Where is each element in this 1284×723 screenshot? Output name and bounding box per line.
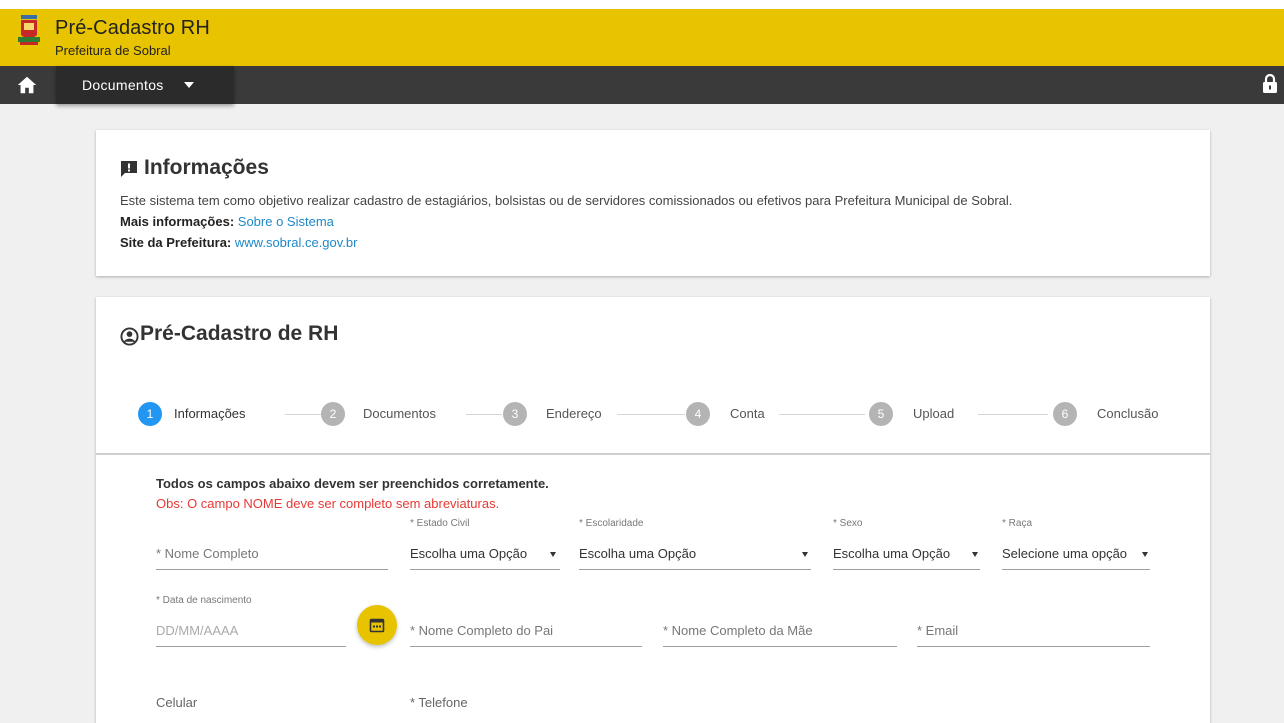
email-input[interactable]: * Email <box>917 615 1150 647</box>
estado-civil-label: * Estado Civil <box>410 518 470 529</box>
raca-select[interactable]: Selecione uma opção <box>1002 538 1150 570</box>
step-number: 2 <box>321 402 345 426</box>
raca-value: Selecione uma opção <box>1002 546 1128 561</box>
step-label: Endereço <box>546 406 602 421</box>
sexo-label: * Sexo <box>833 518 863 529</box>
app-title: Pré-Cadastro RH <box>55 17 210 39</box>
info-card: Informações Este sistema tem como objeti… <box>96 130 1210 276</box>
app-header: Pré-Cadastro RH Prefeitura de Sobral <box>0 0 1284 66</box>
form-card: Pré-Cadastro de RH 1 Informações 2 Docum… <box>96 297 1210 723</box>
step-connector <box>617 414 685 415</box>
documentos-menu-label: Documentos <box>82 77 164 93</box>
estado-civil-value: Escolha uma Opção <box>410 546 528 561</box>
step-number: 1 <box>138 402 162 426</box>
email-placeholder: * Email <box>917 623 959 638</box>
nome-completo-placeholder: * Nome Completo <box>156 546 259 561</box>
lock-icon[interactable] <box>1262 74 1278 94</box>
stepper-divider <box>96 453 1210 455</box>
data-nascimento-input[interactable]: DD/MM/AAAA <box>156 615 346 647</box>
info-description: Este sistema tem como objetivo realizar … <box>120 193 1013 208</box>
sexo-value: Escolha uma Opção <box>833 546 951 561</box>
dropdown-arrow-icon <box>550 552 556 557</box>
calendar-button[interactable] <box>357 605 397 645</box>
step-label: Conclusão <box>1097 406 1159 421</box>
calendar-icon <box>369 618 385 633</box>
more-info-label: Mais informações: <box>120 214 235 229</box>
dropdown-arrow-icon <box>802 552 808 557</box>
estado-civil-select[interactable]: Escolha uma Opção <box>410 538 560 570</box>
step-number: 6 <box>1053 402 1077 426</box>
step-label: Conta <box>730 406 765 421</box>
step-connector <box>285 414 325 415</box>
account-circle-icon <box>120 327 139 346</box>
city-site-link[interactable]: www.sobral.ce.gov.br <box>235 235 358 250</box>
step-label: Informações <box>174 406 246 421</box>
site-label: Site da Prefeitura: <box>120 235 232 250</box>
navbar: Documentos <box>0 66 1284 104</box>
escolaridade-value: Escolha uma Opção <box>579 546 697 561</box>
caret-down-icon <box>184 82 194 88</box>
info-title: Informações <box>144 156 269 179</box>
nome-pai-input[interactable]: * Nome Completo do Pai <box>410 615 642 647</box>
feedback-alert-icon <box>121 161 137 177</box>
step-label: Upload <box>913 406 955 421</box>
nome-mae-placeholder: * Nome Completo da Mãe <box>663 623 813 638</box>
nome-completo-input[interactable]: * Nome Completo <box>156 538 388 570</box>
more-info-line: Mais informações: Sobre o Sistema <box>120 214 334 229</box>
dropdown-arrow-icon <box>1142 552 1148 557</box>
app-subtitle: Prefeitura de Sobral <box>55 43 171 58</box>
data-nascimento-placeholder: DD/MM/AAAA <box>156 623 239 638</box>
raca-label: * Raça <box>1002 518 1033 529</box>
step-connector <box>978 414 1048 415</box>
data-nascimento-label: * Data de nascimento <box>156 595 252 606</box>
escolaridade-label: * Escolaridade <box>579 518 644 529</box>
step-connector <box>779 414 865 415</box>
step-number: 4 <box>686 402 710 426</box>
nome-mae-input[interactable]: * Nome Completo da Mãe <box>663 615 897 647</box>
dropdown-arrow-icon <box>972 552 978 557</box>
city-crest-logo <box>18 15 40 45</box>
step-number: 3 <box>503 402 527 426</box>
step-label: Documentos <box>363 406 436 421</box>
nome-pai-placeholder: * Nome Completo do Pai <box>410 623 554 638</box>
escolaridade-select[interactable]: Escolha uma Opção <box>579 538 811 570</box>
name-warning-note: Obs: O campo NOME deve ser completo sem … <box>156 496 500 511</box>
celular-placeholder[interactable]: Celular <box>156 695 197 710</box>
site-line: Site da Prefeitura: www.sobral.ce.gov.br <box>120 235 357 250</box>
required-fields-note: Todos os campos abaixo devem ser preench… <box>156 476 549 491</box>
home-icon[interactable] <box>16 74 38 96</box>
sexo-select[interactable]: Escolha uma Opção <box>833 538 980 570</box>
step-number: 5 <box>869 402 893 426</box>
form-title: Pré-Cadastro de RH <box>140 322 339 345</box>
telefone-placeholder[interactable]: * Telefone <box>410 695 468 710</box>
about-system-link[interactable]: Sobre o Sistema <box>238 214 334 229</box>
step-connector <box>466 414 502 415</box>
documentos-menu[interactable]: Documentos <box>56 66 234 104</box>
